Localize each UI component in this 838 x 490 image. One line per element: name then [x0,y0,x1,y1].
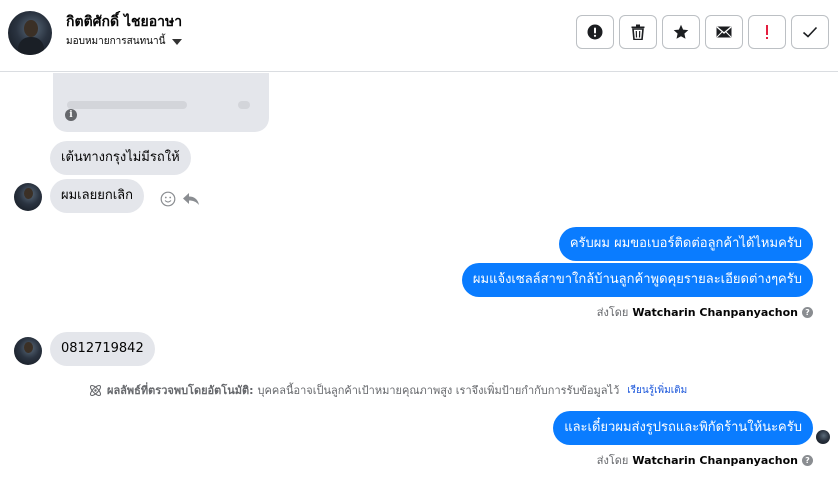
caret-down-icon [172,39,183,45]
incoming-message[interactable]: 0812719842 [50,332,155,366]
reply-icon[interactable] [182,192,200,206]
attachment-text-placeholder [67,101,187,109]
contact-name[interactable]: กิตติศักดิ์ ไชยอาษา [66,11,182,33]
info-icon[interactable]: i [65,109,77,121]
help-icon[interactable]: ? [802,454,813,466]
envelope-icon [716,26,732,38]
incoming-message[interactable]: เต้นทางกรุงไม่มีรถให้ [50,141,191,175]
conversation-toolbar [576,15,829,49]
sender-name: Watcharin Chanpanyachon [632,453,798,467]
sent-by-prefix: ส่งโดย [596,306,629,319]
incoming-message[interactable]: ผมเลยยกเลิก [50,179,144,213]
mark-unread-button[interactable] [705,15,743,49]
spam-button[interactable] [576,15,614,49]
follow-up-button[interactable] [748,15,786,49]
attachment-text-placeholder [238,101,250,109]
outgoing-message[interactable]: และเดี๋ยวผมส่งรูปรถและพิกัดร้านให้นะครับ [553,411,813,445]
conversation-header: กิตติศักดิ์ ไชยอาษา มอบหมายการสนทนานี้ [0,0,838,72]
auto-detected-note: ผลลัพธ์ที่ตรวจพบโดยอัตโนมัติ: บุคคลนี้อา… [88,381,687,399]
smiley-icon[interactable] [160,191,176,207]
sent-by-line: ส่งโดย Watcharin Chanpanyachon ? [597,451,813,469]
assign-conversation-dropdown[interactable]: มอบหมายการสนทนานี้ [66,34,183,49]
check-icon [802,26,818,38]
exclamation-icon [766,25,768,39]
assign-label: มอบหมายการสนทนานี้ [66,36,166,47]
shared-attachment-card[interactable]: i [53,73,269,132]
message-thread: i เต้นทางกรุงไม่มีรถให้ ผมเลยยกเลิก ครับ… [0,73,838,490]
mark-done-button[interactable] [791,15,829,49]
delete-button[interactable] [619,15,657,49]
auto-detect-text: บุคคลนี้อาจเป็นลูกค้าเป้าหมายคุณภาพสูง เ… [257,384,620,397]
sender-name: Watcharin Chanpanyachon [632,305,798,319]
contact-avatar[interactable] [8,11,52,55]
sender-avatar [14,337,42,365]
auto-detect-label: ผลลัพธ์ที่ตรวจพบโดยอัตโนมัติ: [107,384,254,397]
sender-avatar [14,183,42,211]
outgoing-message[interactable]: ครับผม ผมขอเบอร์ติดต่อลูกค้าได้ไหมครับ [558,227,813,261]
star-button[interactable] [662,15,700,49]
sent-by-line: ส่งโดย Watcharin Chanpanyachon ? [597,303,813,321]
atom-icon [89,384,102,396]
trash-icon [631,24,645,40]
help-icon[interactable]: ? [802,306,813,318]
learn-more-link[interactable]: เรียนรู้เพิ่มเติม [627,383,687,398]
star-icon [673,24,689,39]
message-actions [160,191,200,207]
read-receipt-avatar [816,430,830,444]
outgoing-message[interactable]: ผมแจ้งเซลล์สาขาใกล้บ้านลูกค้าพูดคุยรายละ… [461,263,813,297]
sent-by-prefix: ส่งโดย [596,454,629,467]
alert-circle-icon [587,24,603,40]
